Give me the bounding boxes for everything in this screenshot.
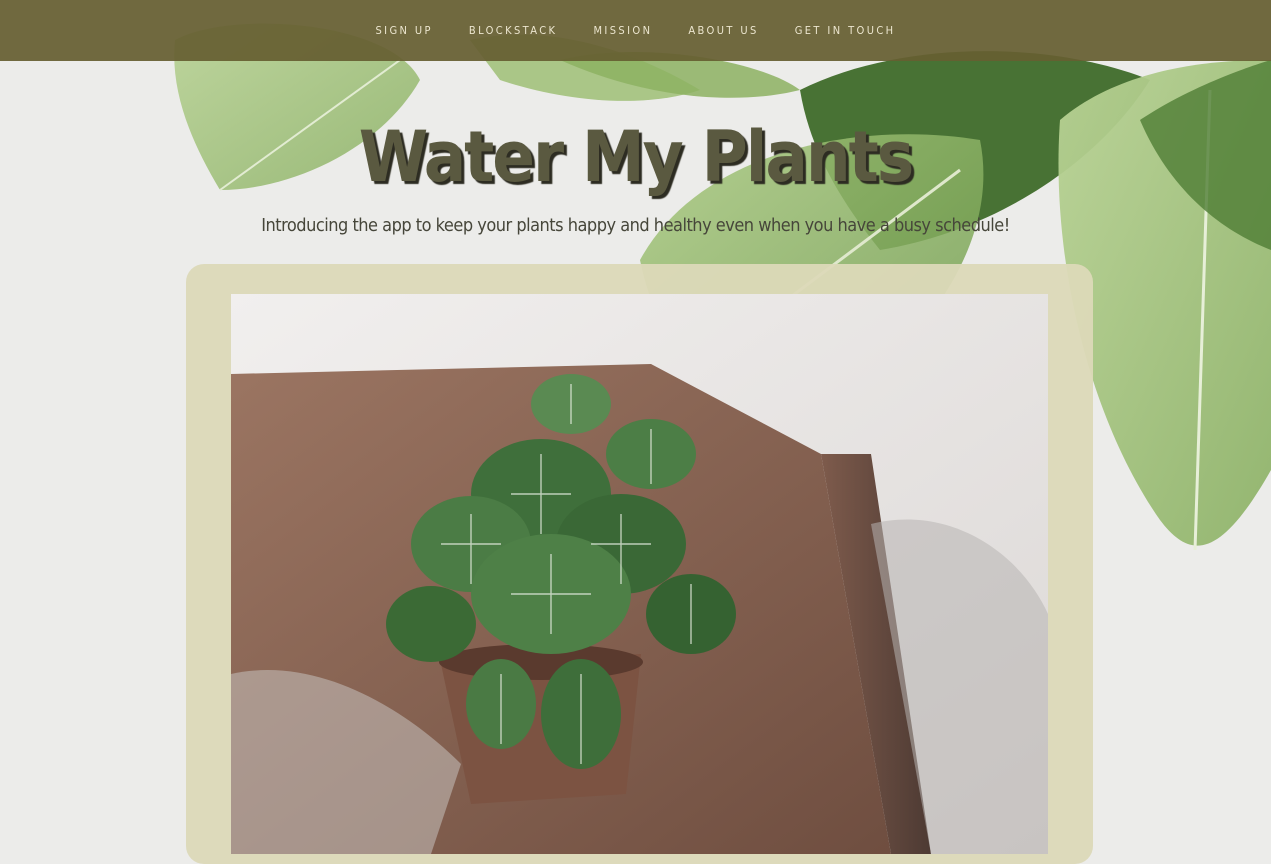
nav-mission-link[interactable]: MISSION — [593, 24, 652, 37]
hero-section: Water My Plants Introducing the app to k… — [0, 61, 1271, 236]
nav-about-us-link[interactable]: ABOUT US — [688, 24, 758, 37]
nav-blockstack-link[interactable]: BLOCKSTACK — [469, 24, 558, 37]
nav-sign-up-link[interactable]: SIGN UP — [375, 24, 432, 37]
page-subtitle: Introducing the app to keep your plants … — [261, 215, 1010, 236]
page-title: Water My Plants — [358, 116, 915, 198]
nav-get-in-touch-link[interactable]: GET IN TOUCH — [795, 24, 896, 37]
potted-plant-image — [231, 294, 1048, 854]
top-navbar: SIGN UP BLOCKSTACK MISSION ABOUT US GET … — [0, 0, 1271, 61]
hero-image-card — [186, 264, 1093, 864]
